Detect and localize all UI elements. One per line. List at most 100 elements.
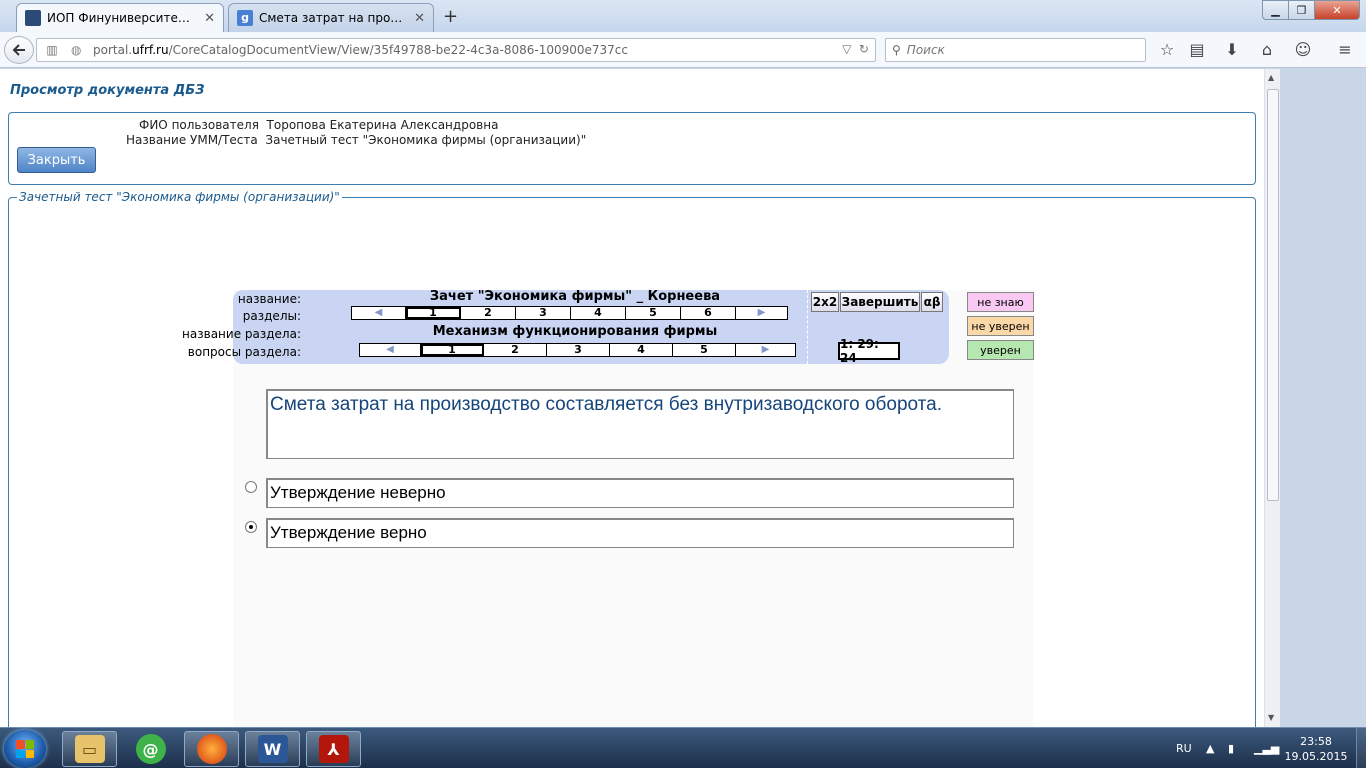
questions-next-icon[interactable]: ▶ [736,344,795,356]
answer-option-2[interactable]: Утверждение верно [266,518,1014,548]
timer: 1: 29: 24 [838,337,900,365]
section-tab-4[interactable]: 4 [571,307,626,319]
mail-agent-taskbar-button[interactable]: @ [123,731,178,767]
question-tab-4[interactable]: 4 [610,344,673,356]
question-tab-2[interactable]: 2 [484,344,547,356]
scrollbar-thumb[interactable] [1267,89,1279,501]
finish-button[interactable]: Завершить [840,292,920,312]
sections-nav: ◀ 1 2 3 4 5 6 ▶ [351,306,788,320]
word-taskbar-button[interactable]: W [245,731,300,767]
fieldset-legend: Зачетный тест "Экономика фирмы (организа… [17,190,342,204]
reading-list-icon[interactable]: ▤ [1186,40,1208,60]
section-tab-3[interactable]: 3 [516,307,571,319]
search-placeholder: Поиск [906,43,945,57]
start-button[interactable] [4,730,46,768]
maximize-button[interactable]: ❐ [1288,0,1315,20]
alpha-beta-button[interactable]: αβ [921,292,943,312]
section-tab-2[interactable]: 2 [461,307,516,319]
dont-know-button[interactable]: не знаю [967,292,1034,312]
tab-smeta[interactable]: g Смета затрат на производ... ✕ [228,3,434,32]
globe-icon: ◍ [71,43,82,57]
close-button[interactable]: Закрыть [17,147,96,173]
search-input[interactable]: ⚲ Поиск [885,38,1146,62]
system-clock[interactable]: 23:58 19.05.2015 [1280,734,1352,764]
library-icon[interactable]: ▥ [41,43,63,57]
tab-iop[interactable]: ИОП Финуниверситета : ... ✕ [16,3,224,32]
clock-date: 19.05.2015 [1284,750,1348,763]
url-path: /CoreCatalogDocumentView/View/35f49788-b… [168,43,628,57]
page-scrollbar[interactable]: ▲ ▼ [1264,69,1280,727]
section-tab-6[interactable]: 6 [681,307,736,319]
google-favicon-icon: g [237,10,253,26]
tab-close-icon[interactable]: ✕ [414,11,425,26]
language-indicator[interactable]: RU [1176,728,1192,768]
new-tab-button[interactable]: + [443,6,458,27]
questions-prev-icon[interactable]: ◀ [360,344,421,356]
answer-radio-1[interactable] [245,481,257,493]
firefox-taskbar-button[interactable] [184,731,239,767]
acrobat-icon: ⅄ [318,735,349,763]
word-icon: W [257,735,288,763]
browser-titlebar: ИОП Финуниверситета : ... ✕ g Смета затр… [0,0,1366,32]
tab-close-icon[interactable]: ✕ [204,11,215,26]
scroll-up-icon[interactable]: ▲ [1268,73,1274,82]
test-row: Название УММ/Теста Зачетный тест "Эконом… [126,133,586,147]
test-fieldset: Зачетный тест "Экономика фирмы (организа… [8,190,1256,727]
menu-icon[interactable]: ≡ [1334,40,1356,60]
windows-taskbar: ▭ @ W ⅄ RU ▲ ▮ ▁▃▅ 23:58 19.05.2015 [0,727,1366,768]
user-value: Торопова Екатерина Александровна [266,118,499,132]
test-label: Название УММ/Теста [126,133,258,147]
home-icon[interactable]: ⌂ [1256,40,1278,60]
explorer-taskbar-button[interactable]: ▭ [62,731,117,767]
user-label: ФИО пользователя [139,118,259,132]
section-tab-5[interactable]: 5 [626,307,681,319]
clock-time: 23:58 [1300,735,1332,748]
page-content: Просмотр документа ДБЗ ФИО пользователя … [0,69,1280,727]
firefox-icon [196,734,227,764]
test-navigation-panel: название: Зачет "Экономика фирмы" _ Корн… [182,289,949,365]
section-name: Механизм функционирования фирмы [432,324,718,339]
questions-nav: ◀ 1 2 3 4 5 ▶ [359,343,796,357]
hint-2x2-button[interactable]: 2x2 [811,292,839,312]
acrobat-taskbar-button[interactable]: ⅄ [306,731,361,767]
windows-logo-icon [16,740,34,758]
university-favicon-icon [25,10,41,26]
tab-title: ИОП Финуниверситета : ... [47,11,196,25]
user-row: ФИО пользователя Торопова Екатерина Алек… [139,118,498,132]
answer-option-1[interactable]: Утверждение неверно [266,478,1014,508]
section-tab-1[interactable]: 1 [406,307,461,319]
sections-label: разделы: [242,309,301,323]
bookmark-star-icon[interactable]: ☆ [1156,40,1178,60]
network-signal-icon[interactable]: ▁▃▅ [1254,728,1279,768]
question-tab-3[interactable]: 3 [547,344,610,356]
close-window-button[interactable]: ✕ [1314,0,1360,20]
sections-next-icon[interactable]: ▶ [736,307,787,319]
reload-icon[interactable]: ▽ ↻ [842,42,869,56]
window-edge [1280,69,1366,727]
question-tab-1[interactable]: 1 [421,344,484,356]
url-prefix: portal. [93,43,133,57]
sections-prev-icon[interactable]: ◀ [352,307,406,319]
not-sure-button[interactable]: не уверен [967,316,1034,336]
url-host: ufrf.ru [132,43,169,57]
answer-radio-2[interactable] [245,521,257,533]
sure-button[interactable]: уверен [967,340,1034,360]
back-arrow-icon [12,44,25,56]
search-icon: ⚲ [892,43,901,57]
back-button[interactable] [4,36,34,64]
tray-expand-icon[interactable]: ▲ [1206,728,1214,768]
panel-divider [807,290,808,364]
minimize-button[interactable]: ▁ [1262,0,1289,20]
section-name-label: название раздела: [182,327,301,341]
address-bar[interactable]: ▥ ◍ portal. ufrf.ru/CoreCatalogDocumentVi… [36,38,876,62]
scroll-down-icon[interactable]: ▼ [1268,713,1274,722]
test-name: Зачет "Экономика фирмы" _ Корнеева [429,289,721,304]
power-icon[interactable]: ▮ [1228,728,1234,768]
name-label: название: [237,292,301,306]
question-tab-5[interactable]: 5 [673,344,736,356]
show-desktop-button[interactable] [1356,728,1366,768]
hello-icon[interactable]: ☺ [1292,40,1314,60]
page-title: Просмотр документа ДБЗ [10,83,205,98]
download-icon[interactable]: ⬇ [1221,40,1243,60]
mail-at-icon: @ [135,734,166,764]
